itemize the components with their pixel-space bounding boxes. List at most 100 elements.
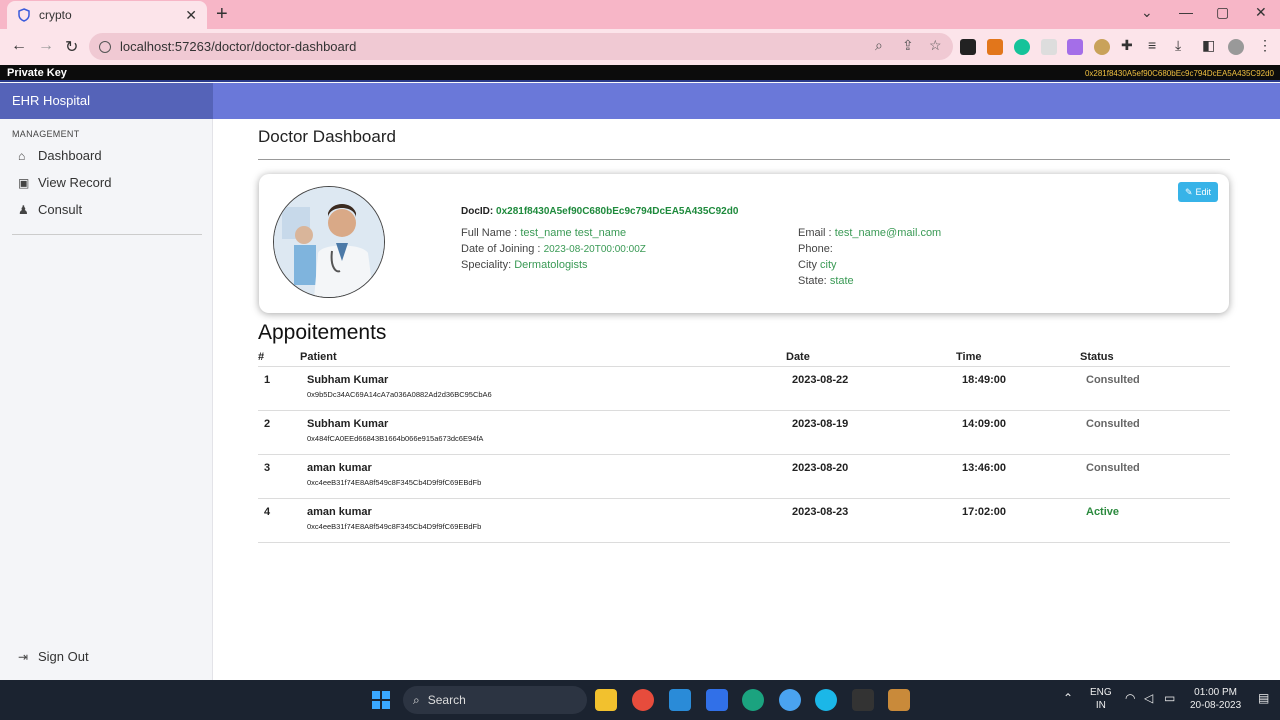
system-clock[interactable]: 01:00 PM 20-08-2023 [1190,686,1241,712]
table-row[interactable]: 1 Subham Kumar 0x9b5Dc34AC69A14cA7a036A0… [258,367,1230,411]
row-number: 4 [264,506,271,518]
tab-search-icon[interactable]: ⌄ [1141,4,1153,21]
menu-icon[interactable]: ⋮ [1258,37,1272,54]
maximize-icon[interactable]: ▢ [1216,4,1229,21]
new-tab-icon[interactable]: + [216,3,228,26]
shield-icon [17,8,31,22]
appointment-date: 2023-08-20 [792,462,849,474]
page-title: Doctor Dashboard [258,127,396,146]
full-name-field: Full Name : test_name test_name [461,227,626,239]
sidebar: MANAGEMENT ⌂ Dashboard ▣ View Record ♟ C… [0,119,213,680]
patient-address: 0xc4eeB31f74E8A8f549c8F345Cb4D9f9fC69EBd… [307,522,482,531]
cortana-icon[interactable] [815,689,837,711]
status-badge: Consulted [1086,374,1140,386]
appointment-time: 14:09:00 [962,418,1007,430]
phone-label: Phone: [798,243,833,255]
patient-address: 0x484fCA0EEd66843B1664b066e915a673dc6E94… [307,434,484,443]
forward-icon[interactable]: → [38,37,54,55]
puzzle-icon[interactable]: ✚ [1121,37,1133,54]
search-icon: ⌕ [413,692,420,707]
wifi-icon[interactable]: ◠ [1125,692,1135,705]
url-text: localhost:57263/doctor/doctor-dashboard [120,39,357,54]
city-field: City city [798,259,837,271]
share-icon[interactable]: ⇪ [902,37,914,54]
private-key-label: Private Key [7,67,67,79]
edge-icon[interactable] [742,689,764,711]
battery-icon[interactable]: ▭ [1164,692,1175,705]
media-icon[interactable]: ≡ [1148,37,1156,53]
doc-id-label: DocID: [461,206,494,217]
sidebar-item-consult[interactable]: ♟ Consult [18,202,82,217]
phone-field: Phone: [798,243,833,255]
close-window-icon[interactable]: ✕ [1255,4,1267,21]
doc-id: DocID: 0x281f8430A5ef90C680bEc9c794DcEA5… [461,206,738,217]
table-row[interactable]: 3 aman kumar 0xc4eeB31f74E8A8f549c8F345C… [258,455,1230,499]
table-row[interactable]: 2 Subham Kumar 0x484fCA0EEd66843B1664b06… [258,411,1230,455]
sidebar-item-dashboard[interactable]: ⌂ Dashboard [18,148,102,163]
browser-tab-bar: crypto ✕ + ⌄ — ▢ ✕ [0,0,1280,29]
extension-icon[interactable] [1067,39,1083,55]
sign-out-button[interactable]: ⇥ Sign Out [18,649,89,664]
sidebar-item-label: View Record [38,175,112,190]
doctor-profile-card: ✎ Edit DocID: 0x281f8430A5ef90C680bEc9c7… [259,174,1229,313]
vscode-icon[interactable] [669,689,691,711]
joining-date-field: Date of Joining : 2023-08-20T00:00:00Z [461,243,646,255]
email-label: Email : [798,227,832,239]
appointment-time: 18:49:00 [962,374,1007,386]
email-value: test_name@mail.com [834,227,942,239]
download-icon[interactable]: ⤓ [1175,37,1181,54]
help-icon[interactable] [779,689,801,711]
notification-icon[interactable]: ▤ [1258,692,1269,705]
bookmark-star-icon[interactable]: ☆ [929,37,942,54]
app-brand[interactable]: EHR Hospital [0,83,213,119]
address-bar[interactable]: localhost:57263/doctor/doctor-dashboard [89,33,953,60]
table-row[interactable]: 4 aman kumar 0xc4eeB31f74E8A8f549c8F345C… [258,499,1230,543]
todo-icon[interactable] [706,689,728,711]
patient-name: Subham Kumar [307,418,389,430]
volume-icon[interactable]: ◁ [1144,692,1153,705]
sidepanel-icon[interactable]: ◧ [1202,37,1215,54]
speciality-value: Dermatologists [514,259,588,271]
patient-name: aman kumar [307,506,372,518]
sidebar-item-view-record[interactable]: ▣ View Record [18,175,111,190]
close-tab-icon[interactable]: ✕ [185,7,197,24]
reload-icon[interactable]: ↻ [65,37,78,57]
back-icon[interactable]: ← [11,37,27,55]
minimize-icon[interactable]: — [1179,4,1193,20]
edit-button[interactable]: ✎ Edit [1178,182,1218,202]
file-explorer-icon[interactable] [595,689,617,711]
terminal-icon[interactable] [852,689,874,711]
patient-address: 0x9b5Dc34AC69A14cA7a036A0882Ad2d36BC95Cb… [307,390,492,399]
patient-name: aman kumar [307,462,372,474]
taskbar-search[interactable]: ⌕ Search [403,686,587,714]
windows-start-icon[interactable] [372,691,390,709]
full-name-value: test_name test_name [520,227,627,239]
sign-out-icon: ⇥ [18,649,29,664]
column-header-number: # [258,351,265,363]
tray-expand-icon[interactable]: ⌃ [1063,692,1073,705]
speciality-label: Speciality: [461,259,512,271]
language-indicator[interactable]: ENG IN [1090,686,1112,712]
site-info-icon[interactable] [99,40,111,53]
row-number: 2 [264,418,271,430]
email-field: Email : test_name@mail.com [798,227,941,239]
patient-name: Subham Kumar [307,374,389,386]
extension-icon[interactable] [1041,39,1057,55]
package-icon[interactable] [888,689,910,711]
row-number: 3 [264,462,271,474]
profile-avatar[interactable] [1228,39,1244,55]
extension-icon[interactable] [1094,39,1110,55]
edit-label: Edit [1195,187,1212,197]
grammarly-icon[interactable] [1014,39,1030,55]
metamask-icon[interactable] [987,39,1003,55]
taskbar-search-label: Search [427,693,466,707]
clock-time: 01:00 PM [1194,687,1237,698]
chrome-icon[interactable] [632,689,654,711]
zoom-icon[interactable]: ⌕ [875,37,883,54]
home-icon: ⌂ [18,148,26,163]
browser-tab[interactable]: crypto ✕ [7,1,207,29]
extension-icon[interactable] [960,39,976,55]
windows-taskbar: ⌕ Search ⌃ ENG IN ◠ ◁ ▭ 01:00 PM 20-08-2… [0,680,1280,720]
state-label: State: [798,275,827,287]
clock-date: 20-08-2023 [1190,700,1242,711]
